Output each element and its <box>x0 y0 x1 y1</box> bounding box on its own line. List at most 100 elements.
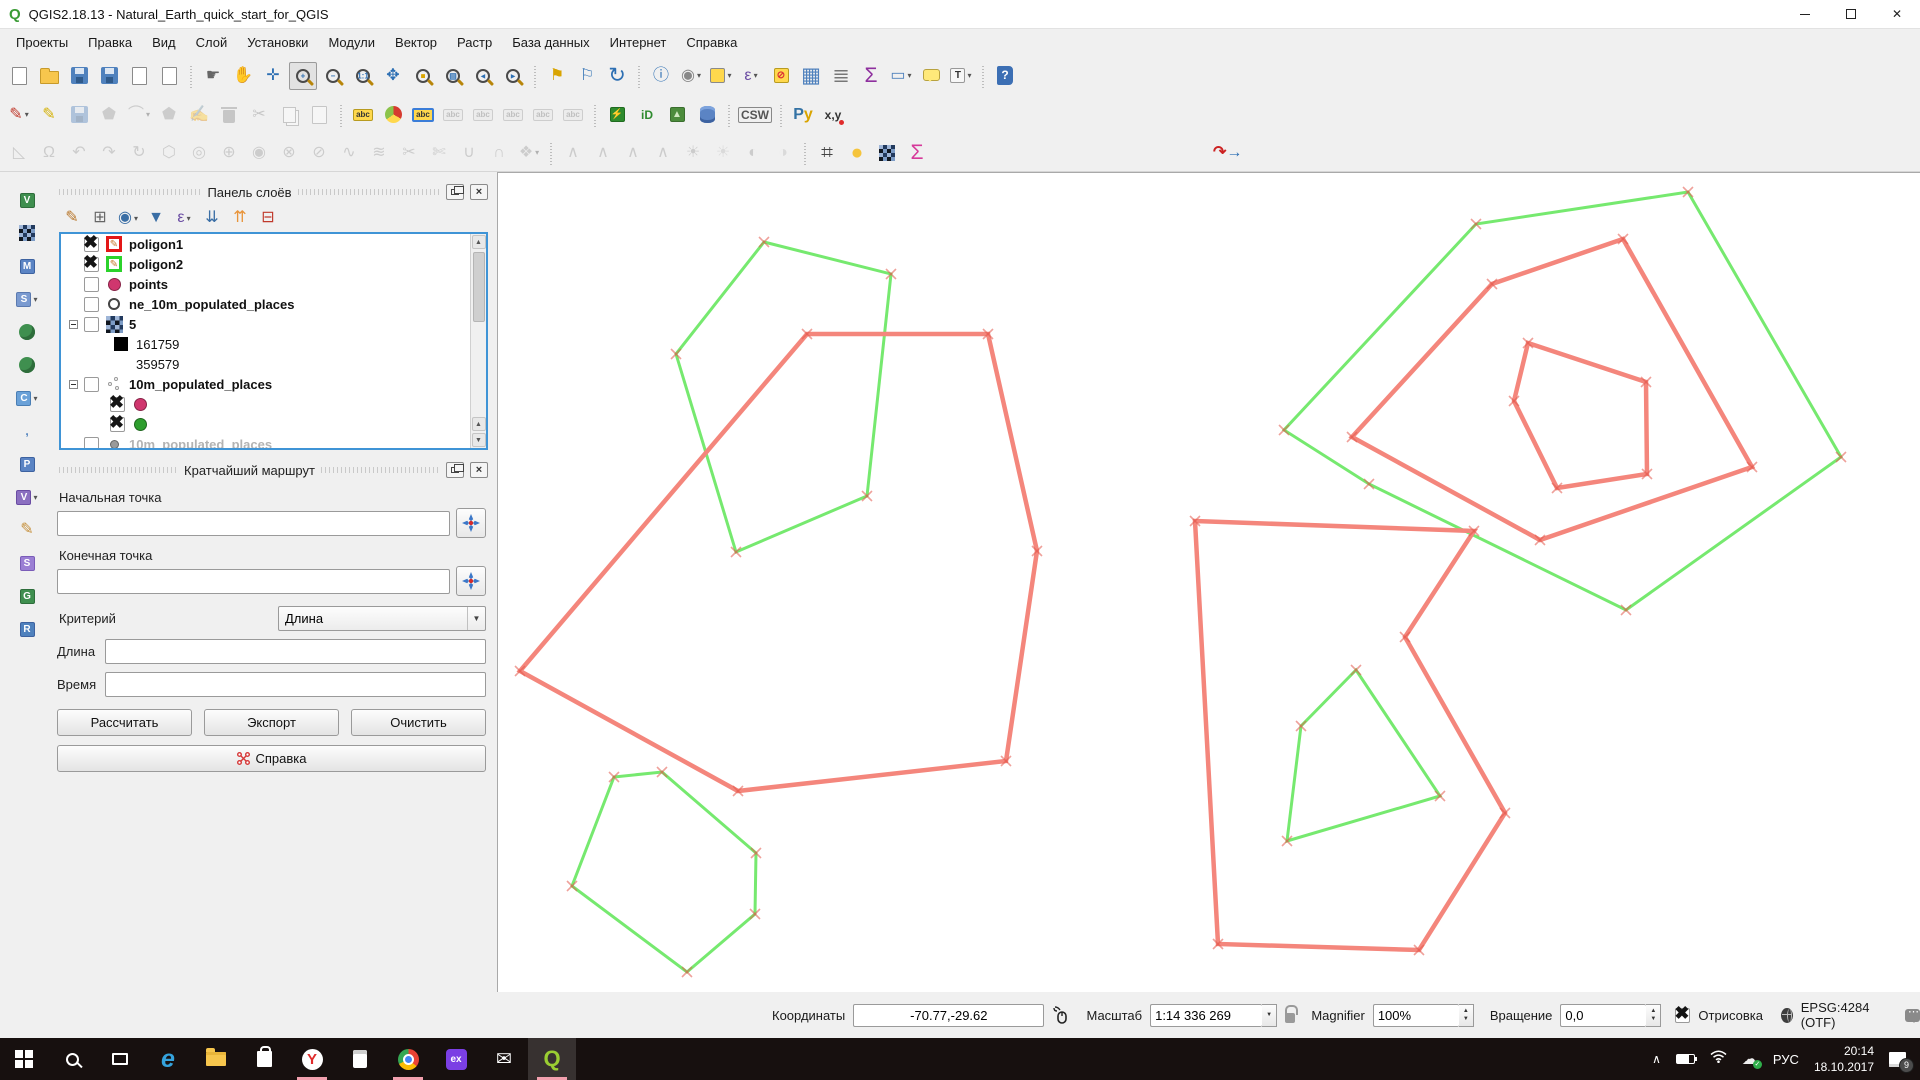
start-point-input[interactable] <box>57 511 450 536</box>
attribute-table-icon[interactable]: ▦ <box>797 62 825 90</box>
clock[interactable]: 20:14 18.10.2017 <box>1814 1043 1874 1075</box>
select-features-icon[interactable]: ▾ <box>707 62 735 90</box>
add-spatialite-layer-icon[interactable]: S▾ <box>13 285 41 313</box>
add-r-layer-icon[interactable]: R <box>13 615 41 643</box>
menu-item-11[interactable]: Справка <box>676 35 747 50</box>
new-project-icon[interactable] <box>5 62 33 90</box>
criterion-select[interactable]: Длина ▼ <box>278 606 486 631</box>
zoom-out-icon[interactable]: − <box>319 62 347 90</box>
menu-item-2[interactable]: Правка <box>78 35 142 50</box>
statistics-icon[interactable]: ≣ <box>827 62 855 90</box>
add-postgis-layer-icon[interactable]: P <box>13 450 41 478</box>
coordinate-capture-icon[interactable]: x,y <box>819 101 847 129</box>
map-tips-icon[interactable] <box>917 62 945 90</box>
refresh-icon[interactable]: ↻ <box>603 62 631 90</box>
maximize-button[interactable] <box>1828 0 1874 28</box>
panel-float-button[interactable] <box>446 184 464 200</box>
scale-dropdown-icon[interactable]: ▼ <box>1262 1004 1277 1027</box>
time-input[interactable] <box>105 672 486 697</box>
layer-tree-item[interactable]: 161759 <box>61 334 486 354</box>
menu-item-5[interactable]: Установки <box>237 35 318 50</box>
magnifier-input[interactable] <box>1373 1004 1459 1027</box>
menu-item-8[interactable]: Растр <box>447 35 502 50</box>
new-geopackage-layer-icon[interactable]: G <box>13 582 41 610</box>
render-checkbox[interactable] <box>1675 1008 1690 1023</box>
clear-button[interactable]: Очистить <box>351 709 486 736</box>
new-bookmark-icon[interactable]: ⚑ <box>543 62 571 90</box>
label-pie-icon[interactable] <box>379 101 407 129</box>
layer-tree-item[interactable]: ne_10m_populated_places <box>61 294 486 314</box>
start-button[interactable] <box>0 1038 48 1080</box>
rotation-input[interactable] <box>1560 1004 1646 1027</box>
layer-tree-item[interactable]: 10m_populated_places <box>61 434 486 450</box>
labeling-icon[interactable]: abc <box>349 101 377 129</box>
menu-item-10[interactable]: Интернет <box>600 35 677 50</box>
road-graph-icon[interactable]: ↷→ <box>1212 139 1243 167</box>
layer-tree-item[interactable] <box>61 394 486 414</box>
layer-tree-item[interactable]: 10m_populated_places <box>61 374 486 394</box>
run-feature-action-icon[interactable]: ◉▾ <box>677 62 705 90</box>
layer-tree-item[interactable] <box>61 414 486 434</box>
add-vector-layer-icon[interactable]: V <box>13 186 41 214</box>
calculator-app[interactable] <box>336 1038 384 1080</box>
layer-tree-item[interactable]: ✎poligon1 <box>61 234 486 254</box>
zoom-native-icon[interactable]: 1:1 <box>349 62 377 90</box>
zonal-raster-icon[interactable] <box>873 139 901 167</box>
qgis-app[interactable]: Q <box>528 1038 576 1080</box>
log-messages-icon[interactable] <box>1905 1009 1920 1022</box>
deselect-features-icon[interactable]: ⊘ <box>767 62 795 90</box>
language-indicator[interactable]: РУС <box>1773 1052 1799 1067</box>
add-delimited-text-layer-icon[interactable]: , <box>13 417 41 445</box>
layer-visibility-checkbox[interactable] <box>84 437 99 451</box>
expression-filter-icon[interactable]: ε▾ <box>172 206 196 230</box>
menu-item-6[interactable]: Модули <box>318 35 385 50</box>
current-edits-icon[interactable]: ✎▾ <box>5 101 33 129</box>
export-button[interactable]: Экспорт <box>204 709 339 736</box>
pan-map-icon[interactable]: ✋ <box>229 62 257 90</box>
db-manager-icon[interactable] <box>693 101 721 129</box>
collapse-all-icon[interactable]: ⇈ <box>228 206 252 230</box>
search-button[interactable] <box>48 1038 96 1080</box>
panel-close-button[interactable]: × <box>470 184 488 200</box>
add-oracle-layer-icon[interactable] <box>13 318 41 346</box>
add-virtual-layer-icon[interactable]: V▾ <box>13 483 41 511</box>
zoom-to-selection-icon[interactable]: ■ <box>409 62 437 90</box>
zoom-in-icon[interactable]: + <box>289 62 317 90</box>
map-canvas[interactable] <box>497 172 1920 992</box>
task-view-button[interactable] <box>96 1038 144 1080</box>
add-wms-layer-icon[interactable] <box>13 351 41 379</box>
save-project-icon[interactable] <box>65 62 93 90</box>
layers-scrollbar[interactable]: ▲ ▲ ▼ <box>470 234 486 448</box>
layer-styling-icon[interactable]: ✎ <box>60 206 84 230</box>
pick-start-point-button[interactable] <box>456 508 486 538</box>
edge-app[interactable]: e <box>144 1038 192 1080</box>
calculate-button[interactable]: Рассчитать <box>57 709 192 736</box>
toggle-editing-icon[interactable]: ✎ <box>35 101 63 129</box>
help-button[interactable]: Справка <box>57 745 486 772</box>
rotation-spinner[interactable]: ▲▼ <box>1646 1004 1661 1027</box>
tray-chevron-icon[interactable]: ∧ <box>1652 1052 1661 1066</box>
store-app[interactable] <box>240 1038 288 1080</box>
lock-scale-icon[interactable] <box>1285 1013 1295 1023</box>
length-input[interactable] <box>105 639 486 664</box>
osm-id-editor-icon[interactable]: iD <box>633 101 661 129</box>
new-spatialite-layer-icon[interactable]: S <box>13 549 41 577</box>
scroll-down-icon[interactable]: ▼ <box>472 433 486 447</box>
zoom-to-layer-icon[interactable]: ▤ <box>439 62 467 90</box>
filter-legend-icon[interactable]: ▼ <box>144 206 168 230</box>
select-by-expression-icon[interactable]: ε▾ <box>737 62 765 90</box>
mail-app[interactable]: ✉ <box>480 1038 528 1080</box>
zoom-last-icon[interactable]: ◂ <box>469 62 497 90</box>
end-point-input[interactable] <box>57 569 450 594</box>
show-bookmarks-icon[interactable]: ⚐ <box>573 62 601 90</box>
scroll-thumb[interactable] <box>473 252 485 322</box>
menu-item-1[interactable]: Проекты <box>6 35 78 50</box>
sum-icon[interactable]: Σ <box>857 62 885 90</box>
layer-visibility-checkbox[interactable] <box>84 297 99 312</box>
add-wcs-layer-icon[interactable]: C▾ <box>13 384 41 412</box>
battery-icon[interactable] <box>1676 1054 1695 1064</box>
zoom-full-icon[interactable]: ✥ <box>379 62 407 90</box>
tree-expander-icon[interactable] <box>69 320 78 329</box>
open-project-icon[interactable] <box>35 62 63 90</box>
notifications-icon[interactable]: 9 <box>1889 1052 1906 1067</box>
